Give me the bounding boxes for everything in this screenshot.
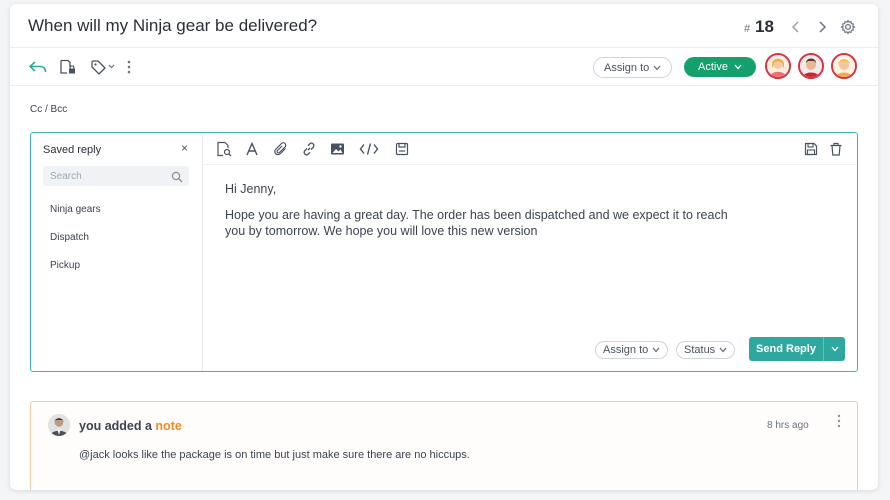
editor-body-line: Hope you are having a great day. The ord… [225,208,728,222]
ticket-hash: # [744,23,751,35]
close-icon[interactable]: × [181,141,188,155]
composer-status-label: Status [684,344,716,356]
activity-note: you added a note 8 hrs ago @jack looks l… [30,401,858,490]
avatar [48,414,70,436]
chevron-down-icon [719,345,727,355]
editor-toolbar [204,133,857,165]
status-label: Active [698,61,728,73]
chevron-down-icon [734,61,742,73]
reply-editor[interactable]: Hi Jenny, Hope you are having a great da… [225,181,825,239]
ticket-card: When will my Ninja gear be delivered? # … [10,4,878,490]
status-dropdown[interactable]: Active [684,57,756,77]
chevron-down-icon [653,63,661,73]
saved-reply-item[interactable]: Ninja gears [50,204,101,215]
avatar[interactable] [765,53,791,79]
text-format-icon[interactable] [245,141,259,157]
cc-bcc-link[interactable]: Cc / Bcc [30,104,67,115]
note-title: you added a note [79,419,182,433]
ticket-title: When will my Ninja gear be delivered? [28,16,318,35]
chevron-down-icon [652,345,660,355]
more-vertical-icon[interactable] [837,414,841,433]
attachment-icon[interactable] [274,141,288,157]
saved-reply-title: Saved reply [43,144,102,156]
ticket-toolbar: Assign to Active [10,48,878,86]
gear-icon[interactable] [839,18,857,36]
save-icon[interactable] [804,141,818,157]
composer-assign-to-dropdown[interactable]: Assign to [595,341,669,359]
saved-reply-item[interactable]: Dispatch [50,232,89,243]
reply-composer: Saved reply × Ninja gears Dispatch Picku… [30,132,858,372]
composer-assign-to-label: Assign to [603,344,649,356]
lock-note-icon[interactable] [59,58,77,76]
more-vertical-icon[interactable] [127,58,131,76]
avatar[interactable] [831,53,857,79]
link-icon[interactable] [302,141,316,157]
image-icon[interactable] [330,141,345,157]
avatar[interactable] [798,53,824,79]
saved-reply-panel: Saved reply × Ninja gears Dispatch Picku… [31,133,203,371]
note-body: @jack looks like the package is on time … [79,449,470,461]
chevron-right-icon[interactable] [813,18,831,36]
search-icon [171,170,183,188]
send-reply-label: Send Reply [756,343,816,355]
editor-greeting: Hi Jenny, [225,182,277,196]
composer-status-dropdown[interactable]: Status [676,341,736,359]
reply-icon[interactable] [28,58,48,76]
trash-icon[interactable] [829,141,843,157]
ticket-number: 18 [755,17,774,36]
send-reply-button[interactable]: Send Reply [749,337,845,361]
saved-reply-search-input[interactable] [43,166,189,186]
note-title-prefix: you added a [79,419,156,433]
send-options-chevron-icon[interactable] [823,337,845,361]
note-highlight: note [155,419,182,433]
tag-icon[interactable] [90,58,116,76]
template-icon[interactable] [395,141,409,157]
code-icon[interactable] [359,141,379,157]
assign-to-dropdown[interactable]: Assign to [593,57,673,78]
editor-body-line: you by tomorrow. We hope you will love t… [225,224,538,238]
chevron-left-icon[interactable] [787,18,805,36]
search-doc-icon[interactable] [216,141,232,157]
note-timestamp: 8 hrs ago [767,420,809,431]
assign-to-label: Assign to [604,61,650,74]
ticket-header: When will my Ninja gear be delivered? # … [10,4,878,48]
saved-reply-item[interactable]: Pickup [50,260,80,271]
